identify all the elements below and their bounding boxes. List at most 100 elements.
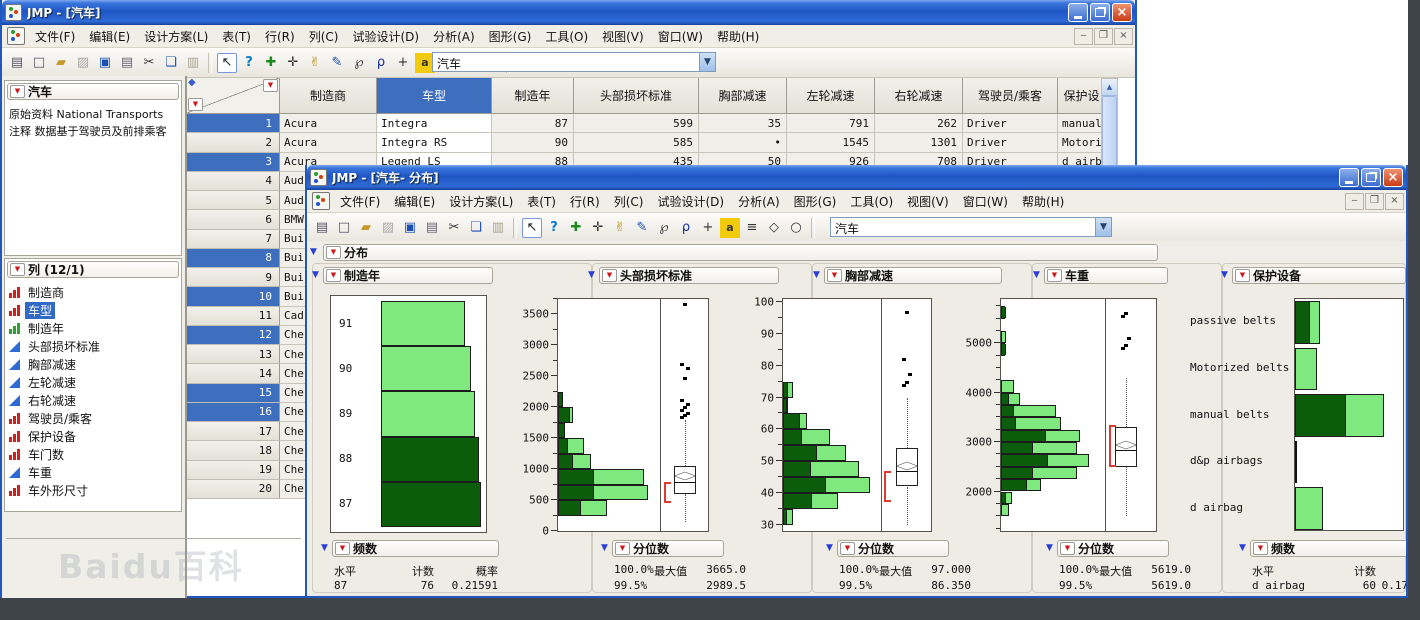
- histogram-bar[interactable]: [783, 382, 793, 398]
- column-header-0[interactable]: 制造商: [280, 78, 377, 114]
- histogram-bar[interactable]: [558, 485, 648, 500]
- open-icon[interactable]: ▰: [51, 53, 71, 73]
- red-triangle-menu-icon[interactable]: ▼: [1060, 542, 1075, 555]
- cell[interactable]: Driver: [963, 133, 1058, 152]
- cell[interactable]: 1545: [787, 133, 875, 152]
- disclosure-icon[interactable]: ▼: [588, 271, 595, 280]
- menu-item-10[interactable]: 视图(V): [595, 26, 651, 47]
- crosshair-icon[interactable]: +: [393, 53, 413, 73]
- cell[interactable]: Integra RS: [377, 133, 492, 152]
- child-restore-button[interactable]: ❐: [1094, 28, 1113, 45]
- histogram-bar[interactable]: [558, 407, 573, 422]
- menu-item-2[interactable]: 设计方案(L): [442, 191, 520, 212]
- histogram-bar[interactable]: [1001, 380, 1014, 392]
- column-header-6[interactable]: 右轮减速: [875, 78, 963, 114]
- menu-item-5[interactable]: 列(C): [302, 26, 346, 47]
- histogram-bar[interactable]: [1001, 331, 1006, 343]
- cut-icon[interactable]: ✂: [444, 218, 464, 238]
- scrollbar-thumb[interactable]: [1102, 96, 1117, 176]
- sidebar-column-4[interactable]: 胸部减速: [9, 355, 79, 373]
- cell[interactable]: 585: [574, 133, 699, 152]
- row-number[interactable]: 15: [187, 384, 280, 403]
- brush-icon[interactable]: ✎: [327, 53, 347, 73]
- menu-item-10[interactable]: 视图(V): [900, 191, 956, 212]
- cursor-icon[interactable]: ↖: [522, 218, 542, 238]
- column-header-8[interactable]: 保护设: [1058, 78, 1106, 114]
- child-restore-button[interactable]: ❐: [1365, 193, 1384, 210]
- magnifier-icon[interactable]: ρ: [371, 53, 391, 73]
- category-bar[interactable]: [1295, 487, 1323, 530]
- mover-icon[interactable]: ✛: [283, 53, 303, 73]
- year-bar[interactable]: [381, 346, 471, 391]
- cell[interactable]: 87: [492, 114, 574, 133]
- table-corner-cell[interactable]: ◆▼▼: [187, 78, 280, 114]
- table-combobox[interactable]: 汽车 ▼: [432, 52, 716, 72]
- row-number[interactable]: 11: [187, 307, 280, 326]
- chevron-down-icon[interactable]: ▼: [699, 52, 716, 72]
- menu-item-11[interactable]: 窗口(W): [651, 26, 710, 47]
- open-icon[interactable]: ▰: [356, 218, 376, 238]
- histogram-bar[interactable]: [558, 423, 565, 438]
- grabber-icon[interactable]: ✚: [566, 218, 586, 238]
- histogram-bar[interactable]: [783, 461, 859, 477]
- red-triangle-menu-icon[interactable]: ▼: [10, 85, 25, 98]
- cell[interactable]: 1301: [875, 133, 963, 152]
- histogram-bar[interactable]: [1001, 393, 1020, 405]
- row-number[interactable]: 17: [187, 422, 280, 441]
- paste-icon[interactable]: ▥: [183, 53, 203, 73]
- list-icon[interactable]: ≡: [742, 218, 762, 238]
- cursor-icon[interactable]: ↖: [217, 53, 237, 73]
- histogram-bar[interactable]: [558, 392, 563, 407]
- minimize-button[interactable]: [1339, 168, 1359, 187]
- menu-item-9[interactable]: 工具(O): [538, 26, 595, 47]
- scroll-up-icon[interactable]: ▲: [1102, 79, 1117, 96]
- column-header-4[interactable]: 胸部减速: [699, 78, 787, 114]
- red-triangle-menu-icon[interactable]: ▼: [263, 79, 278, 92]
- histogram-bar[interactable]: [558, 454, 591, 469]
- new-script-icon[interactable]: ▤: [7, 53, 27, 73]
- red-triangle-menu-icon[interactable]: ▼: [10, 263, 25, 276]
- table-row[interactable]: 2AcuraIntegra RS90585•15451301DriverMoto…: [187, 133, 1135, 152]
- save-icon[interactable]: ▣: [95, 53, 115, 73]
- journal-icon[interactable]: ▨: [73, 53, 93, 73]
- category-bar[interactable]: [1295, 394, 1384, 437]
- cell[interactable]: 791: [787, 114, 875, 133]
- histogram-bar[interactable]: [783, 477, 870, 493]
- menu-item-11[interactable]: 窗口(W): [956, 191, 1015, 212]
- titlebar[interactable]: JMP - [汽车- 分布] ×: [307, 165, 1406, 190]
- red-triangle-menu-icon[interactable]: ▼: [827, 269, 842, 282]
- column-header-5[interactable]: 左轮减速: [787, 78, 875, 114]
- annotate-icon[interactable]: a: [720, 218, 740, 238]
- help-icon[interactable]: ?: [239, 53, 259, 73]
- cell[interactable]: Acura: [280, 114, 377, 133]
- row-number[interactable]: 6: [187, 210, 280, 229]
- category-bar[interactable]: [1295, 348, 1317, 391]
- stats-header-3[interactable]: ▼分位数: [1057, 540, 1169, 557]
- year-bar[interactable]: [381, 391, 475, 436]
- help-icon[interactable]: ?: [544, 218, 564, 238]
- row-number[interactable]: 20: [187, 480, 280, 499]
- new-script-icon[interactable]: ▤: [312, 218, 332, 238]
- menu-item-4[interactable]: 行(R): [563, 191, 607, 212]
- sidebar-column-8[interactable]: 保护设备: [9, 427, 79, 445]
- menu-item-0[interactable]: 文件(F): [28, 26, 82, 47]
- disclosure-icon[interactable]: ▼: [813, 271, 820, 280]
- histogram-bar[interactable]: [1001, 492, 1012, 504]
- disclosure-icon[interactable]: ▼: [601, 544, 608, 553]
- child-close-button[interactable]: ×: [1385, 193, 1404, 210]
- column-header-7[interactable]: 驾驶员/乘客: [963, 78, 1058, 114]
- sidebar-column-5[interactable]: 左轮减速: [9, 373, 79, 391]
- histogram-bar[interactable]: [783, 493, 838, 509]
- columns-diamond-icon[interactable]: ◆: [188, 78, 196, 88]
- red-triangle-menu-icon[interactable]: ▼: [602, 269, 617, 282]
- sidebar-column-6[interactable]: 右轮减速: [9, 391, 79, 409]
- cell[interactable]: Driver: [963, 114, 1058, 133]
- row-number[interactable]: 9: [187, 268, 280, 287]
- histogram-bar[interactable]: [783, 509, 793, 525]
- panel-header-1[interactable]: ▼头部损坏标准: [599, 267, 779, 284]
- histogram-bar[interactable]: [1001, 405, 1056, 417]
- stats-header-1[interactable]: ▼分位数: [612, 540, 724, 557]
- sidebar-column-1[interactable]: 车型: [9, 301, 55, 319]
- row-number[interactable]: 10: [187, 287, 280, 306]
- disclosure-icon[interactable]: ▼: [312, 271, 319, 280]
